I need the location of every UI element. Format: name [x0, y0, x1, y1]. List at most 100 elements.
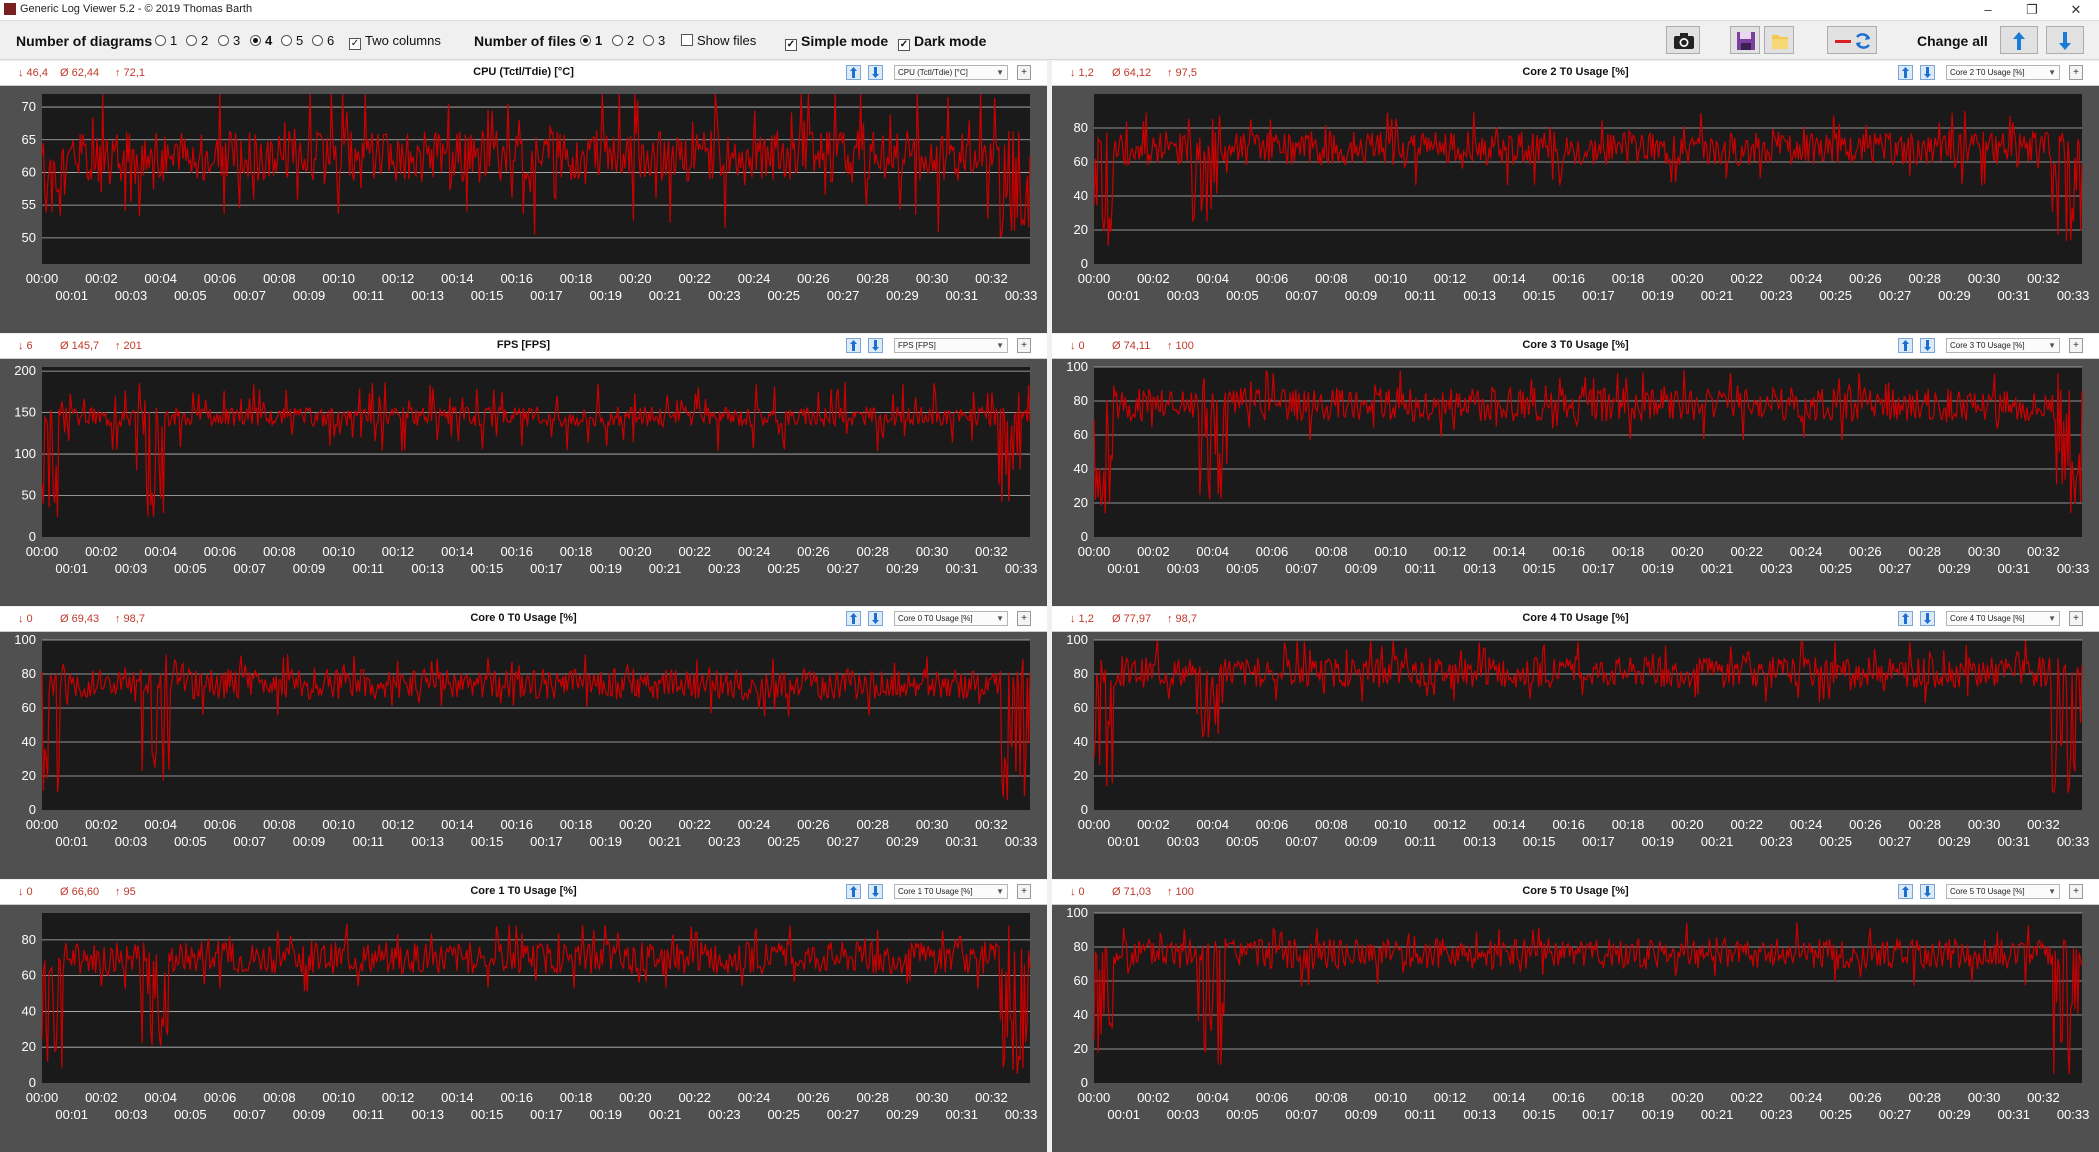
x-tick-label: 00:11 [1405, 288, 1437, 303]
move-chart-up-button[interactable] [1898, 884, 1913, 899]
move-chart-up-button[interactable] [846, 65, 861, 80]
chart-header: ↓ 6 Ø 145,7 ↑ 201 FPS [FPS] FPS [FPS] ▼ + [0, 334, 1047, 359]
add-sensor-button[interactable]: + [2069, 884, 2083, 899]
sensor-select[interactable]: Core 3 T0 Usage [%] ▼ [1946, 338, 2060, 353]
add-sensor-button[interactable]: + [1017, 884, 1031, 899]
move-chart-up-button[interactable] [1898, 65, 1913, 80]
chevron-down-icon: ▼ [2048, 887, 2056, 896]
x-tick-label: 00:26 [1849, 1090, 1882, 1105]
open-folder-button[interactable] [1764, 26, 1794, 54]
diagram-radio-2[interactable]: 2 [186, 33, 208, 48]
x-tick-label: 00:24 [1790, 1090, 1823, 1105]
x-tick-label: 00:20 [619, 544, 652, 559]
diagram-radio-6[interactable]: 6 [312, 33, 334, 48]
show-files-checkbox[interactable]: Show files [681, 33, 756, 48]
x-tick-label: 00:32 [975, 544, 1008, 559]
move-chart-up-button[interactable] [846, 338, 861, 353]
sensor-select[interactable]: CPU (Tctl/Tdie) [°C] ▼ [894, 65, 1008, 80]
simple-mode-checkbox[interactable]: ✓ Simple mode [785, 33, 888, 51]
x-tick-label: 00:16 [500, 1090, 533, 1105]
screenshot-button[interactable] [1666, 26, 1700, 54]
sensor-select[interactable]: FPS [FPS] ▼ [894, 338, 1008, 353]
move-chart-down-button[interactable] [868, 65, 883, 80]
x-tick-label: 00:20 [619, 1090, 652, 1105]
move-chart-up-button[interactable] [1898, 611, 1913, 626]
move-chart-down-button[interactable] [1920, 884, 1935, 899]
move-chart-down-button[interactable] [1920, 611, 1935, 626]
move-chart-down-button[interactable] [868, 611, 883, 626]
diagram-radio-1[interactable]: 1 [155, 33, 177, 48]
x-tick-label: 00:00 [26, 271, 59, 286]
sensor-select[interactable]: Core 1 T0 Usage [%] ▼ [894, 884, 1008, 899]
x-tick-label: 00:09 [1345, 834, 1378, 849]
sensor-select-value: Core 0 T0 Usage [%] [898, 614, 973, 623]
file-radio-2[interactable]: 2 [612, 33, 634, 48]
file-radio-3[interactable]: 3 [643, 33, 665, 48]
move-chart-down-button[interactable] [1920, 338, 1935, 353]
radio-circle-icon [218, 35, 229, 46]
x-tick-label: 00:01 [55, 288, 88, 303]
sensor-select[interactable]: Core 2 T0 Usage [%] ▼ [1946, 65, 2060, 80]
x-tick-label: 00:15 [1523, 288, 1556, 303]
x-tick-label: 00:29 [886, 834, 919, 849]
move-up-all-button[interactable] [2000, 26, 2038, 54]
x-tick-label: 00:12 [382, 1090, 415, 1105]
chevron-down-icon: ▼ [996, 614, 1004, 623]
move-down-all-button[interactable] [2046, 26, 2084, 54]
arrow-down-icon [872, 67, 879, 78]
add-sensor-button[interactable]: + [2069, 338, 2083, 353]
y-tick-label: 60 [22, 164, 36, 179]
sensor-select[interactable]: Core 0 T0 Usage [%] ▼ [894, 611, 1008, 626]
two-columns-checkbox[interactable]: ✓ Two columns [349, 33, 441, 50]
y-tick-label: 100 [14, 632, 36, 647]
diagram-radio-5[interactable]: 5 [281, 33, 303, 48]
sensor-select[interactable]: Core 5 T0 Usage [%] ▼ [1946, 884, 2060, 899]
y-tick-label: 0 [1081, 256, 1088, 271]
x-tick-label: 00:21 [649, 1107, 682, 1122]
move-chart-up-button[interactable] [1898, 338, 1913, 353]
swap-colors-button[interactable] [1827, 26, 1877, 54]
y-tick-label: 50 [22, 230, 36, 245]
move-chart-down-button[interactable] [868, 338, 883, 353]
arrow-down-icon [872, 613, 879, 624]
arrow-up-icon [1902, 886, 1909, 897]
y-tick-label: 20 [22, 768, 36, 783]
close-button[interactable]: ✕ [2054, 0, 2098, 20]
move-chart-down-button[interactable] [868, 884, 883, 899]
add-sensor-button[interactable]: + [1017, 65, 1031, 80]
chevron-down-icon: ▼ [996, 887, 1004, 896]
sensor-select-value: Core 2 T0 Usage [%] [1950, 68, 2025, 77]
x-tick-label: 00:02 [1137, 271, 1170, 286]
diagram-radio-3[interactable]: 3 [218, 33, 240, 48]
chart-header: ↓ 0 Ø 74,11 ↑ 100 Core 3 T0 Usage [%] Co… [1052, 334, 2099, 359]
chart-header: ↓ 0 Ø 66,60 ↑ 95 Core 1 T0 Usage [%] Cor… [0, 880, 1047, 905]
chart-title: Core 0 T0 Usage [%] [470, 612, 577, 624]
move-chart-down-button[interactable] [1920, 65, 1935, 80]
x-tick-label: 00:11 [353, 288, 385, 303]
x-tick-label: 00:13 [411, 561, 444, 576]
move-chart-up-button[interactable] [846, 611, 861, 626]
add-sensor-button[interactable]: + [2069, 611, 2083, 626]
x-tick-label: 00:01 [55, 1107, 88, 1122]
add-sensor-button[interactable]: + [2069, 65, 2083, 80]
file-radio-1[interactable]: 1 [580, 33, 602, 48]
arrow-up-icon [1902, 67, 1909, 78]
y-tick-label: 40 [22, 1003, 36, 1018]
add-sensor-button[interactable]: + [1017, 611, 1031, 626]
chart-plot: 50 55 60 65 70 00:00 00:01 00:02 00:03 00:04 00:05… [22, 93, 1037, 303]
diagram-radio-4[interactable]: 4 [250, 33, 272, 48]
x-tick-label: 00:11 [1405, 1107, 1437, 1122]
minimize-button[interactable]: – [1966, 0, 2010, 20]
x-tick-label: 00:28 [856, 1090, 889, 1105]
restore-button[interactable]: ❐ [2010, 0, 2054, 20]
move-chart-up-button[interactable] [846, 884, 861, 899]
x-tick-label: 00:13 [1463, 1107, 1496, 1122]
save-button[interactable] [1730, 26, 1760, 54]
x-tick-label: 00:28 [1908, 271, 1941, 286]
sensor-select[interactable]: Core 4 T0 Usage [%] ▼ [1946, 611, 2060, 626]
checkbox-label: Show files [697, 33, 757, 48]
dark-mode-checkbox[interactable]: ✓ Dark mode [898, 33, 986, 51]
add-sensor-button[interactable]: + [1017, 338, 1031, 353]
x-tick-label: 00:05 [1226, 561, 1259, 576]
x-tick-label: 00:17 [530, 561, 563, 576]
